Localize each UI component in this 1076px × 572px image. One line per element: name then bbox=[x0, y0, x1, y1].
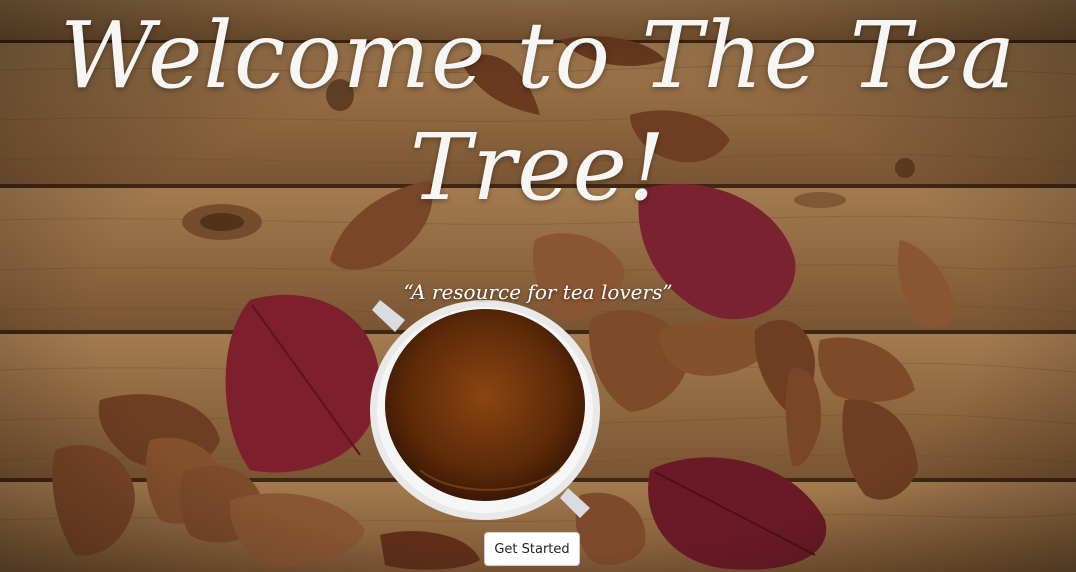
hero-section: Welcome to The Tea Tree! “A resource for… bbox=[0, 0, 1076, 572]
hero-tagline: “A resource for tea lovers” bbox=[403, 280, 673, 304]
hero-title: Welcome to The Tea Tree! bbox=[59, 2, 1017, 221]
get-started-button[interactable]: Get Started bbox=[484, 532, 580, 566]
